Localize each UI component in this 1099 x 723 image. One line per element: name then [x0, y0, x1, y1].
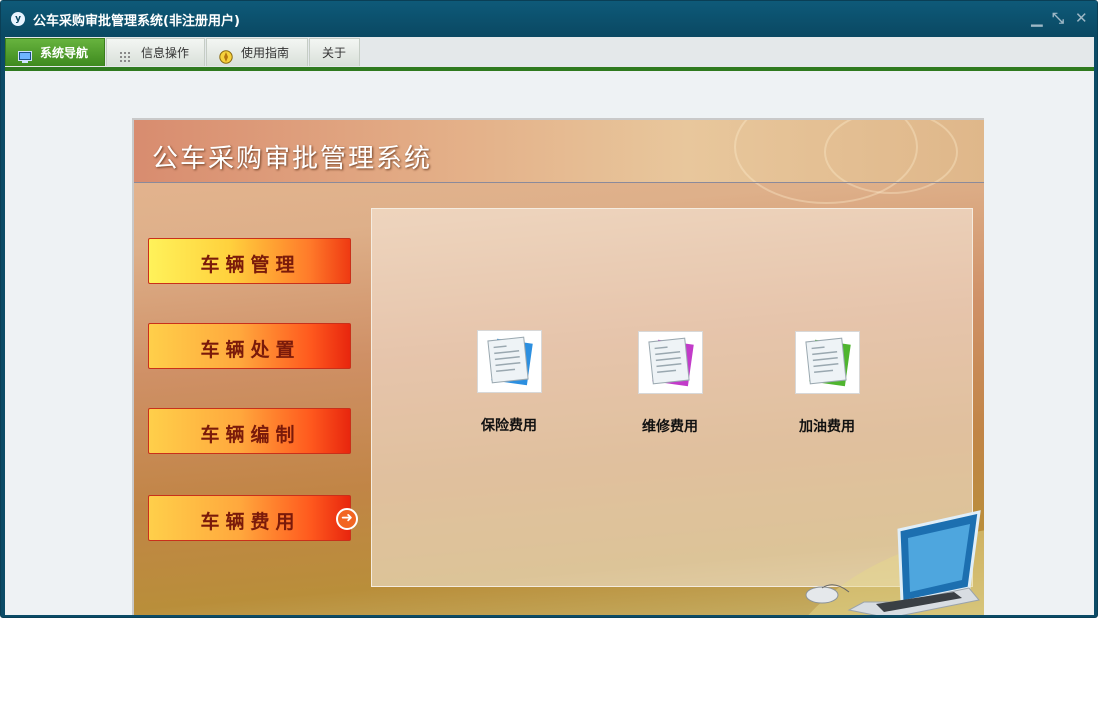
- app-logo-icon: y: [11, 12, 25, 26]
- insurance-fee-item[interactable]: 保险费用: [449, 330, 569, 435]
- tab-label: 信息操作: [141, 46, 190, 60]
- grid-icon: [119, 46, 133, 62]
- item-label: 加油费用: [799, 419, 855, 435]
- tab-system-navigation[interactable]: 系统导航: [5, 38, 105, 66]
- title-bar: y 公车采购审批管理系统(非注册用户) ▁ ⤡ ✕: [1, 1, 1097, 37]
- panel-divider: [134, 182, 984, 183]
- document-icon: [476, 330, 542, 393]
- fuel-fee-item[interactable]: 加油费用: [767, 331, 887, 436]
- tab-user-guide[interactable]: 使用指南: [206, 38, 308, 66]
- menu-vehicle-management-button[interactable]: 车辆管理: [148, 238, 351, 284]
- tab-label: 使用指南: [241, 46, 290, 60]
- laptop-illustration: [805, 510, 984, 615]
- navigation-panel: 公车采购审批管理系统 车辆管理 车辆处置 车辆编制 车辆费用 ➜ 保险费用 维修…: [132, 118, 984, 615]
- tab-bar: 系统导航 信息操作 使用指南 关于: [5, 37, 1094, 67]
- menu-label: 车辆编制: [200, 424, 301, 446]
- menu-label: 车辆费用: [200, 511, 301, 533]
- monitor-icon: [18, 46, 32, 63]
- arrow-right-icon: ➜: [336, 508, 358, 530]
- tab-info-operations[interactable]: 信息操作: [106, 38, 205, 66]
- menu-vehicle-disposal-button[interactable]: 车辆处置: [148, 323, 351, 369]
- minimize-icon[interactable]: ▁: [1031, 9, 1043, 27]
- tab-label: 系统导航: [40, 46, 89, 60]
- restore-icon[interactable]: ⤡: [1052, 9, 1064, 27]
- menu-vehicle-expenses-button[interactable]: 车辆费用: [148, 495, 351, 541]
- repair-fee-item[interactable]: 维修费用: [610, 331, 730, 436]
- panel-header: 公车采购审批管理系统: [134, 120, 984, 204]
- tab-label: 关于: [322, 46, 347, 60]
- menu-vehicle-establishment-button[interactable]: 车辆编制: [148, 408, 351, 454]
- tab-about[interactable]: 关于: [309, 38, 360, 66]
- menu-label: 车辆处置: [200, 339, 301, 361]
- menu-label: 车辆管理: [200, 254, 301, 276]
- document-icon: [794, 331, 860, 394]
- panel-title: 公车采购审批管理系统: [152, 144, 433, 174]
- window-title: 公车采购审批管理系统(非注册用户): [33, 14, 240, 29]
- compass-icon: [219, 46, 233, 64]
- content-area: 系统导航 信息操作 使用指南 关于 公车采购审批管理系统 车辆管理 车辆处置 车…: [5, 37, 1094, 615]
- item-label: 维修费用: [642, 419, 698, 435]
- item-label: 保险费用: [481, 418, 537, 434]
- app-window: y 公车采购审批管理系统(非注册用户) ▁ ⤡ ✕ 系统导航 信息操作 使用指南…: [0, 0, 1098, 618]
- close-icon[interactable]: ✕: [1075, 9, 1088, 27]
- document-icon: [637, 331, 703, 394]
- tab-underline: [5, 67, 1094, 71]
